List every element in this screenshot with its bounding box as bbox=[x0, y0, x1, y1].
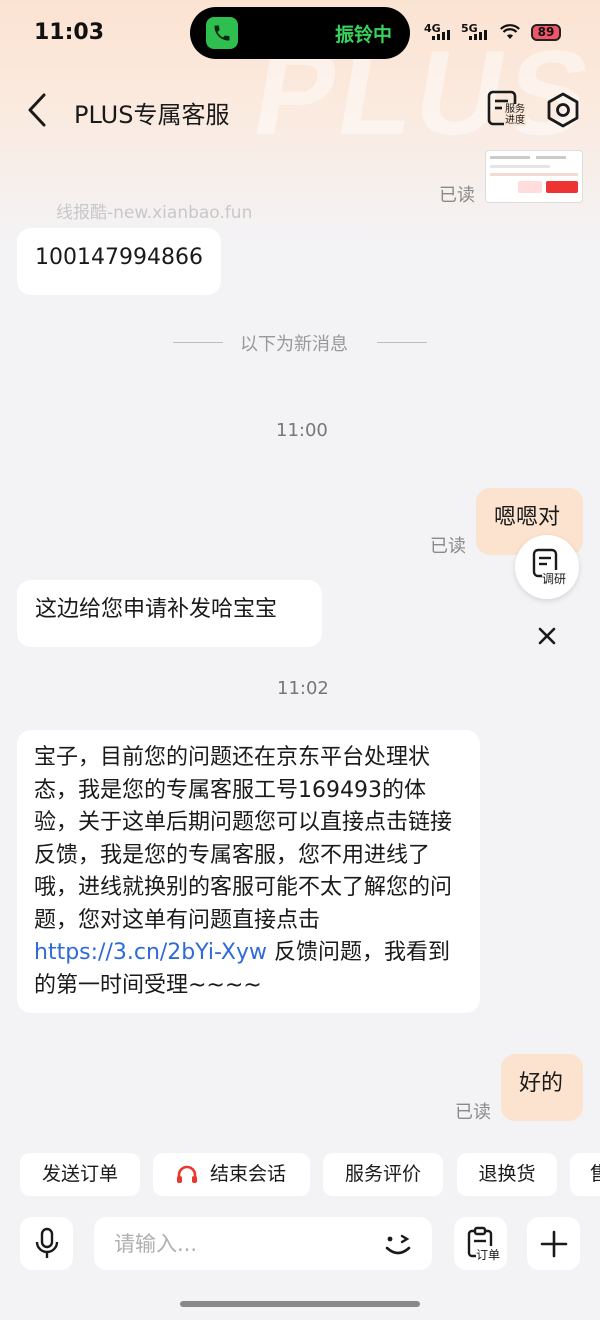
message-bubble: 好的 bbox=[501, 1054, 583, 1121]
microphone-icon bbox=[35, 1227, 58, 1258]
voice-input-button[interactable] bbox=[20, 1217, 73, 1270]
battery-indicator: 89 bbox=[531, 24, 561, 41]
order-label: 订单 bbox=[476, 1246, 501, 1263]
call-status-label: 振铃中 bbox=[334, 24, 392, 46]
message-bubble-long: 宝子，目前您的问题还在京东平台处理状态，我是您的专属客服工号169493的体验，… bbox=[17, 730, 480, 1013]
timestamp: 11:00 bbox=[276, 420, 328, 441]
divider-line-left bbox=[173, 342, 223, 343]
message-bubble: 100147994866 bbox=[17, 228, 221, 295]
read-receipt: 已读 bbox=[455, 1102, 491, 1123]
emoji-wink-icon[interactable] bbox=[381, 1227, 415, 1261]
read-receipt: 已读 bbox=[439, 185, 475, 206]
phone-icon bbox=[206, 17, 238, 49]
return-exchange-chip[interactable]: 退换货 bbox=[457, 1153, 557, 1196]
headset-icon bbox=[177, 1165, 197, 1183]
page-title: PLUS专属客服 bbox=[74, 101, 230, 129]
end-session-label: 结束会话 bbox=[210, 1163, 287, 1185]
end-session-chip[interactable]: 结束会话 bbox=[153, 1153, 310, 1196]
signal-bars-icon bbox=[432, 30, 450, 40]
service-progress-label-line1: 服务 bbox=[505, 104, 525, 115]
timestamp: 11:02 bbox=[277, 678, 329, 699]
plus-icon bbox=[540, 1230, 567, 1257]
message-text: 宝子，目前您的问题还在京东平台处理状态，我是您的专属客服工号169493的体验，… bbox=[34, 745, 453, 933]
dynamic-island-call[interactable]: 振铃中 bbox=[190, 7, 410, 59]
read-receipt: 已读 bbox=[430, 536, 466, 557]
aftersale-chip[interactable]: 售 bbox=[570, 1153, 600, 1196]
more-options-button[interactable] bbox=[527, 1217, 580, 1270]
site-watermark: 线报酷-new.xianbao.fun bbox=[56, 203, 253, 223]
service-rating-chip[interactable]: 服务评价 bbox=[323, 1153, 443, 1196]
send-order-chip[interactable]: 发送订单 bbox=[20, 1153, 140, 1196]
signal-bars-icon bbox=[469, 30, 487, 40]
survey-button[interactable]: 调研 bbox=[515, 535, 579, 599]
service-progress-label: 服务 进度 bbox=[504, 104, 526, 126]
settings-hexagon-icon[interactable] bbox=[546, 92, 580, 128]
order-button[interactable]: 订单 bbox=[454, 1217, 507, 1270]
message-bubble: 这边给您申请补发哈宝宝 bbox=[17, 580, 322, 647]
service-progress-label-line2: 进度 bbox=[505, 115, 525, 126]
status-time: 11:03 bbox=[34, 20, 105, 45]
new-messages-divider: 以下为新消息 bbox=[240, 334, 348, 355]
feedback-link[interactable]: https://3.cn/2bYi-Xyw bbox=[34, 940, 267, 965]
divider-line-right bbox=[377, 342, 427, 343]
message-input[interactable] bbox=[114, 1229, 364, 1259]
chevron-left-icon[interactable] bbox=[24, 92, 50, 128]
survey-label: 调研 bbox=[542, 570, 567, 587]
home-indicator[interactable] bbox=[180, 1301, 420, 1307]
close-icon[interactable] bbox=[535, 624, 559, 648]
service-progress-button[interactable]: 服务 进度 bbox=[486, 90, 530, 130]
screenshot-thumbnail[interactable] bbox=[485, 150, 583, 203]
wifi-icon bbox=[500, 24, 520, 39]
